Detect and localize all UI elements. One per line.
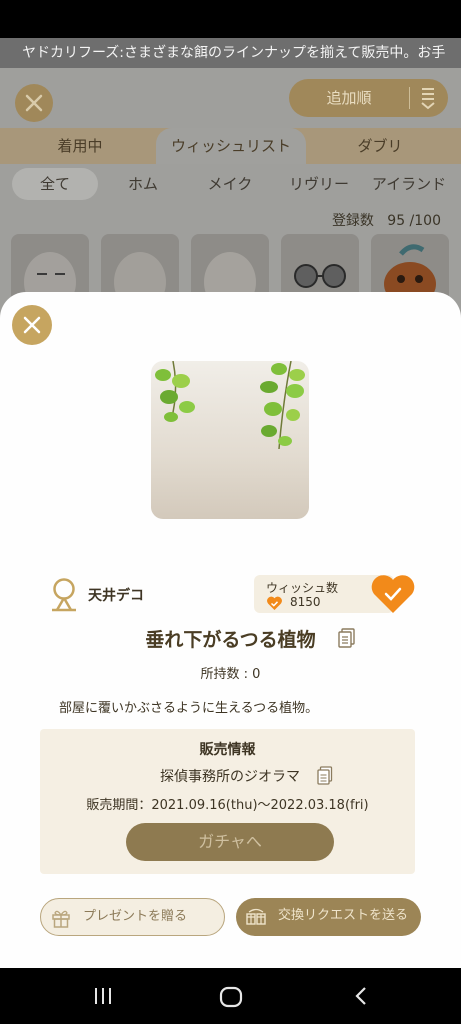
gacha-button[interactable]: ガチャへ xyxy=(126,823,334,861)
registered-count: 登録数 95 /100 xyxy=(332,210,441,230)
close-icon xyxy=(23,316,41,334)
sort-label: 追加順 xyxy=(326,89,372,107)
sort-icon xyxy=(421,88,435,110)
registered-value: 95 /100 xyxy=(387,213,441,229)
gift-icon xyxy=(52,910,70,928)
wishlist-heart-icon[interactable] xyxy=(370,573,416,615)
background-close-button[interactable] xyxy=(15,84,53,122)
close-icon xyxy=(25,94,43,112)
sales-source: 探偵事務所のジオラマ xyxy=(160,769,300,785)
item-name: 垂れ下がるつる植物 xyxy=(145,629,316,651)
home-icon[interactable] xyxy=(218,984,244,1010)
tab-row: 着用中 ウィッシュリスト ダブリ xyxy=(0,128,461,164)
subtab-island[interactable]: アイランド xyxy=(364,168,454,200)
announcement-ticker: ヤドカリフーズ:さまざまな餌のラインナップを揃えて販売中。お手 xyxy=(0,38,461,68)
item-description: 部屋に覆いかぶさるように生えるつる植物。 xyxy=(59,701,319,716)
divider xyxy=(409,87,410,109)
heart-icon xyxy=(267,596,282,610)
tab-duplicates[interactable]: ダブリ xyxy=(320,128,440,164)
exchange-request-button[interactable]: 交換リクエストを送る xyxy=(236,898,421,936)
ceiling-deco-icon xyxy=(52,578,76,612)
wish-count: 8150 xyxy=(290,595,321,609)
status-bar xyxy=(0,0,461,38)
copy-icon[interactable] xyxy=(338,628,355,648)
item-image xyxy=(151,361,309,519)
system-nav-bar xyxy=(0,968,461,1024)
sales-period: 販売期間：2021.09.16(thu)〜2022.03.18(fri) xyxy=(86,798,369,813)
back-icon[interactable] xyxy=(350,984,372,1008)
tab-wishlist[interactable]: ウィッシュリスト xyxy=(156,128,306,164)
owned-count: 所持数 : 0 xyxy=(200,667,261,682)
exchange-request-label: 交換リクエストを送る xyxy=(278,908,409,923)
category-label: 天井デコ xyxy=(88,588,144,604)
sales-title: 販売情報 xyxy=(199,742,256,758)
recent-apps-icon[interactable] xyxy=(91,984,115,1008)
hanging-vine-illustration xyxy=(155,361,305,450)
item-category: 天井デコ xyxy=(48,578,144,612)
subtab-all[interactable]: 全て xyxy=(12,168,98,200)
item-detail-sheet: 天井デコ ウィッシュ数 8150 垂れ下がるつる植物 所持数 : 0 部屋に覆い… xyxy=(0,292,461,968)
exchange-icon xyxy=(246,908,266,925)
wish-label: ウィッシュ数 xyxy=(266,581,339,595)
sales-info-panel: 販売情報 探偵事務所のジオラマ 販売期間：2021.09.16(thu)〜202… xyxy=(40,729,415,874)
send-present-button[interactable]: プレゼントを贈る xyxy=(40,898,225,936)
send-present-label: プレゼントを贈る xyxy=(83,909,188,924)
subtab-home[interactable]: ホム xyxy=(108,168,178,200)
subtab-livly[interactable]: リヴリー xyxy=(282,168,356,200)
sort-dropdown[interactable]: 追加順 xyxy=(289,79,448,117)
registered-label: 登録数 xyxy=(331,213,374,229)
copy-icon[interactable] xyxy=(317,766,333,785)
tab-wearing[interactable]: 着用中 xyxy=(20,128,140,164)
subtab-makeup[interactable]: メイク xyxy=(192,168,268,200)
close-button[interactable] xyxy=(12,305,52,345)
